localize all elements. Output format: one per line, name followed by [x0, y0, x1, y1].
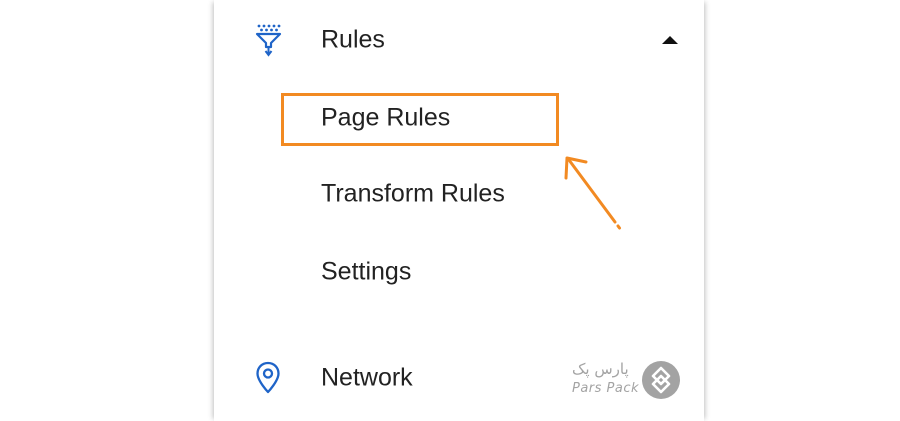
parspack-logo-icon	[642, 361, 680, 399]
submenu-item-settings-label: Settings	[321, 257, 412, 286]
caret-up-icon[interactable]	[662, 36, 678, 44]
submenu-item-page-rules[interactable]: Page Rules	[214, 92, 704, 144]
sidebar-item-network-label: Network	[321, 363, 413, 392]
watermark-brand-fa: پارس پک	[572, 360, 629, 378]
submenu-item-settings[interactable]: Settings	[214, 246, 704, 298]
sidebar-item-rules[interactable]: Rules	[214, 10, 704, 70]
parspack-watermark: پارس پک Pars Pack	[570, 358, 685, 406]
screenshot-stage: Rules Page Rules Transform Rules Setting…	[0, 0, 900, 421]
funnel-icon	[252, 23, 284, 57]
watermark-brand-en: Pars Pack	[572, 381, 640, 396]
location-pin-icon	[252, 361, 284, 395]
submenu-item-transform-rules-label: Transform Rules	[321, 179, 505, 208]
submenu-item-transform-rules[interactable]: Transform Rules	[214, 168, 704, 220]
submenu-item-page-rules-label: Page Rules	[321, 103, 451, 132]
sidebar-item-rules-label: Rules	[321, 25, 385, 54]
